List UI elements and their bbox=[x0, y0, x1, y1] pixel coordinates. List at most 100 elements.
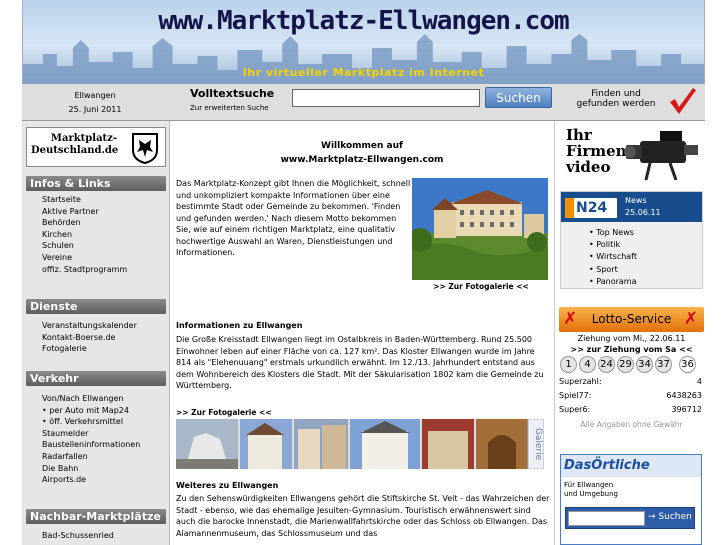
nav-list-nachbar: Bad-Schussenried bbox=[42, 530, 114, 542]
n24-header[interactable]: N24 News 25.06.11 bbox=[561, 192, 702, 222]
gallery-link-top[interactable]: >> Zur Fotogalerie << bbox=[414, 282, 548, 291]
further-heading: Weiteres zu Ellwangen bbox=[176, 481, 279, 490]
n24-news-box: N24 News 25.06.11 • Top News • Politik •… bbox=[560, 191, 703, 289]
checkmark-icon bbox=[670, 88, 696, 114]
found-line-1: Finden und bbox=[591, 89, 641, 99]
nav-link-vereine[interactable]: Vereine bbox=[42, 253, 72, 262]
nav-link-bahn[interactable]: Die Bahn bbox=[42, 464, 78, 473]
dasoertliche-search-box: DasÖrtliche Für Ellwangen und Umgebung →… bbox=[560, 454, 702, 545]
nav-link-aktive-partner[interactable]: Aktive Partner bbox=[42, 207, 99, 216]
dasoertliche-search-bar: → Suchen bbox=[565, 507, 695, 529]
welcome-line-1: Willkommen auf bbox=[321, 141, 403, 151]
info-bar: Ellwangen 25. Juni 2011 Volltextsuche Zu… bbox=[22, 84, 705, 121]
lotto-draw-info: Ziehung vom Mi., 22.06.11 >> zur Ziehung… bbox=[559, 333, 704, 355]
fulltext-search-title: Volltextsuche bbox=[190, 87, 275, 100]
gallery-vertical-label: Galerie bbox=[533, 428, 543, 461]
marktplatz-deutschland-logo[interactable]: Marktplatz- Deutschland.de bbox=[26, 127, 166, 167]
section-head-nachbar: Nachbar-Marktplätze bbox=[26, 509, 166, 524]
nav-link-staumelder[interactable]: Staumelder bbox=[42, 429, 88, 438]
found-line-2: gefunden werden bbox=[576, 99, 656, 109]
lotto-service-header[interactable]: ✗ Lotto-Service ✗ bbox=[559, 307, 704, 332]
lotto-row-label: Superzahl: bbox=[559, 377, 602, 386]
main-content: Willkommen auf www.Marktplatz-Ellwangen.… bbox=[170, 121, 554, 545]
gallery-thumb-tower bbox=[350, 419, 420, 469]
dasoertliche-subtitle: Für Ellwangen und Umgebung bbox=[564, 481, 618, 499]
section-head-dienste: Dienste bbox=[26, 299, 166, 314]
n24-link-sport[interactable]: • Sport bbox=[589, 265, 618, 274]
n24-news-label: News 25.06.11 bbox=[625, 195, 661, 219]
lotto-ball: 24 bbox=[598, 356, 615, 373]
search-input[interactable] bbox=[292, 89, 480, 107]
photo-gallery-strip[interactable]: Galerie bbox=[176, 419, 544, 469]
nav-list-dienste: Veranstaltungskalender Kontakt-Boerse.de… bbox=[42, 320, 137, 355]
gallery-thumb-gate bbox=[476, 419, 528, 469]
further-paragraph: Zu den Sehenswürdigkeiten Ellwangens geh… bbox=[176, 494, 550, 538]
dasoertliche-logo[interactable]: DasÖrtliche bbox=[561, 455, 701, 477]
gallery-thumb-house bbox=[422, 419, 474, 469]
right-column: Ihr Firmen- video N24 News 25.06.11 • To… bbox=[554, 121, 705, 545]
dasoertliche-sub-line-2: und Umgebung bbox=[564, 490, 618, 498]
lotto-ball: 4 bbox=[579, 356, 596, 373]
gallery-thumb-church bbox=[240, 419, 292, 469]
firmenvideo-ad[interactable]: Ihr Firmen- video bbox=[560, 125, 703, 180]
gallery-link-bottom[interactable]: >> Zur Fotogalerie << bbox=[176, 408, 272, 417]
intro-paragraph: Das Marktplatz-Konzept gibt Ihnen die Mö… bbox=[176, 179, 411, 257]
nav-link-schulen[interactable]: Schulen bbox=[42, 241, 74, 250]
logo-line-2: Deutschland.de bbox=[31, 145, 119, 156]
nav-link-radarfallen[interactable]: Radarfallen bbox=[42, 452, 88, 461]
section-head-infos-links: Infos & Links bbox=[26, 176, 166, 191]
advanced-search-link[interactable]: Zur erweiterten Suche bbox=[190, 104, 269, 112]
left-sidebar: Marktplatz- Deutschland.de Infos & Links… bbox=[22, 121, 170, 545]
lotto-ball: 37 bbox=[655, 356, 672, 373]
n24-logo: N24 bbox=[565, 198, 617, 218]
n24-link-wirtschaft[interactable]: • Wirtschaft bbox=[589, 252, 637, 261]
n24-link-panorama[interactable]: • Panorama bbox=[589, 277, 636, 286]
search-button[interactable]: Suchen bbox=[485, 87, 552, 108]
nav-link-behoerden[interactable]: Behörden bbox=[42, 218, 81, 227]
city-date-box: Ellwangen 25. Juni 2011 bbox=[22, 84, 168, 120]
nav-link-kontakt-boerse[interactable]: Kontakt-Boerse.de bbox=[42, 333, 115, 342]
nav-link-kirchen[interactable]: Kirchen bbox=[42, 230, 72, 239]
lotto-row-value: 396712 bbox=[671, 405, 702, 414]
castle-photo[interactable] bbox=[412, 178, 548, 280]
n24-label: News bbox=[625, 196, 647, 205]
nav-link-baustellen[interactable]: Baustelleninformationen bbox=[42, 440, 140, 449]
logo-text: Marktplatz- Deutschland.de bbox=[31, 133, 119, 157]
nav-link-fotogalerie[interactable]: Fotogalerie bbox=[42, 344, 87, 353]
lotto-superzahl-row: Superzahl: 4 bbox=[559, 377, 702, 389]
nav-link-bad-schussenried[interactable]: Bad-Schussenried bbox=[42, 531, 114, 540]
lotto-row-label: Spiel77: bbox=[559, 391, 592, 400]
lotto-disclaimer: Alle Angaben ohne Gewähr bbox=[580, 420, 683, 429]
dasoertliche-search-input[interactable] bbox=[568, 511, 645, 526]
n24-link-politik[interactable]: • Politik bbox=[589, 240, 620, 249]
site-title[interactable]: www.Marktplatz-Ellwangen.com bbox=[23, 6, 704, 36]
info-paragraph: Die Große Kreisstadt Ellwangen liegt im … bbox=[176, 335, 544, 390]
lotto-draw-date: Ziehung vom Mi., 22.06.11 bbox=[577, 334, 686, 343]
nav-link-map24[interactable]: • per Auto mit Map24 bbox=[42, 406, 129, 415]
lotto-next-draw-link[interactable]: >> zur Ziehung vom Sa << bbox=[570, 345, 692, 354]
nav-link-von-nach[interactable]: Von/Nach Ellwangen bbox=[42, 394, 124, 403]
lotto-ball: 29 bbox=[617, 356, 634, 373]
city-name: Ellwangen bbox=[74, 91, 116, 100]
n24-news-list: • Top News • Politik • Wirtschaft • Spor… bbox=[589, 227, 637, 288]
lotto-ball: 34 bbox=[636, 356, 653, 373]
dasoertliche-sub-line-1: Für Ellwangen bbox=[564, 481, 614, 489]
lotto-spiel77-row: Spiel77: 6438263 bbox=[559, 391, 702, 403]
lotto-cross-icon-right: ✗ bbox=[683, 309, 698, 329]
nav-link-airports[interactable]: Airports.de bbox=[42, 475, 86, 484]
lotto-numbers: 1 4 24 29 34 37 36 bbox=[559, 356, 704, 373]
info-heading: Informationen zu Ellwangen bbox=[176, 321, 303, 330]
nav-link-startseite[interactable]: Startseite bbox=[42, 195, 81, 204]
nav-link-oeff-verkehr[interactable]: • öff. Verkehrsmittel bbox=[42, 417, 123, 426]
n24-link-top-news[interactable]: • Top News bbox=[589, 228, 634, 237]
nav-list-verkehr: Von/Nach Ellwangen • per Auto mit Map24 … bbox=[42, 393, 140, 486]
nav-link-stadtprogramm[interactable]: offiz. Stadtprogramm bbox=[42, 265, 127, 274]
nav-link-veranstaltungskalender[interactable]: Veranstaltungskalender bbox=[42, 321, 137, 330]
welcome-line-2: www.Marktplatz-Ellwangen.com bbox=[280, 155, 444, 165]
video-camera-icon bbox=[624, 131, 698, 180]
site-banner: www.Marktplatz-Ellwangen.com Ihr virtuel… bbox=[22, 0, 705, 84]
dasoertliche-search-button[interactable]: → Suchen bbox=[648, 512, 692, 522]
n24-date: 25.06.11 bbox=[625, 208, 661, 217]
gallery-thumb-statue bbox=[176, 419, 238, 469]
lotto-title: Lotto-Service bbox=[591, 312, 672, 326]
